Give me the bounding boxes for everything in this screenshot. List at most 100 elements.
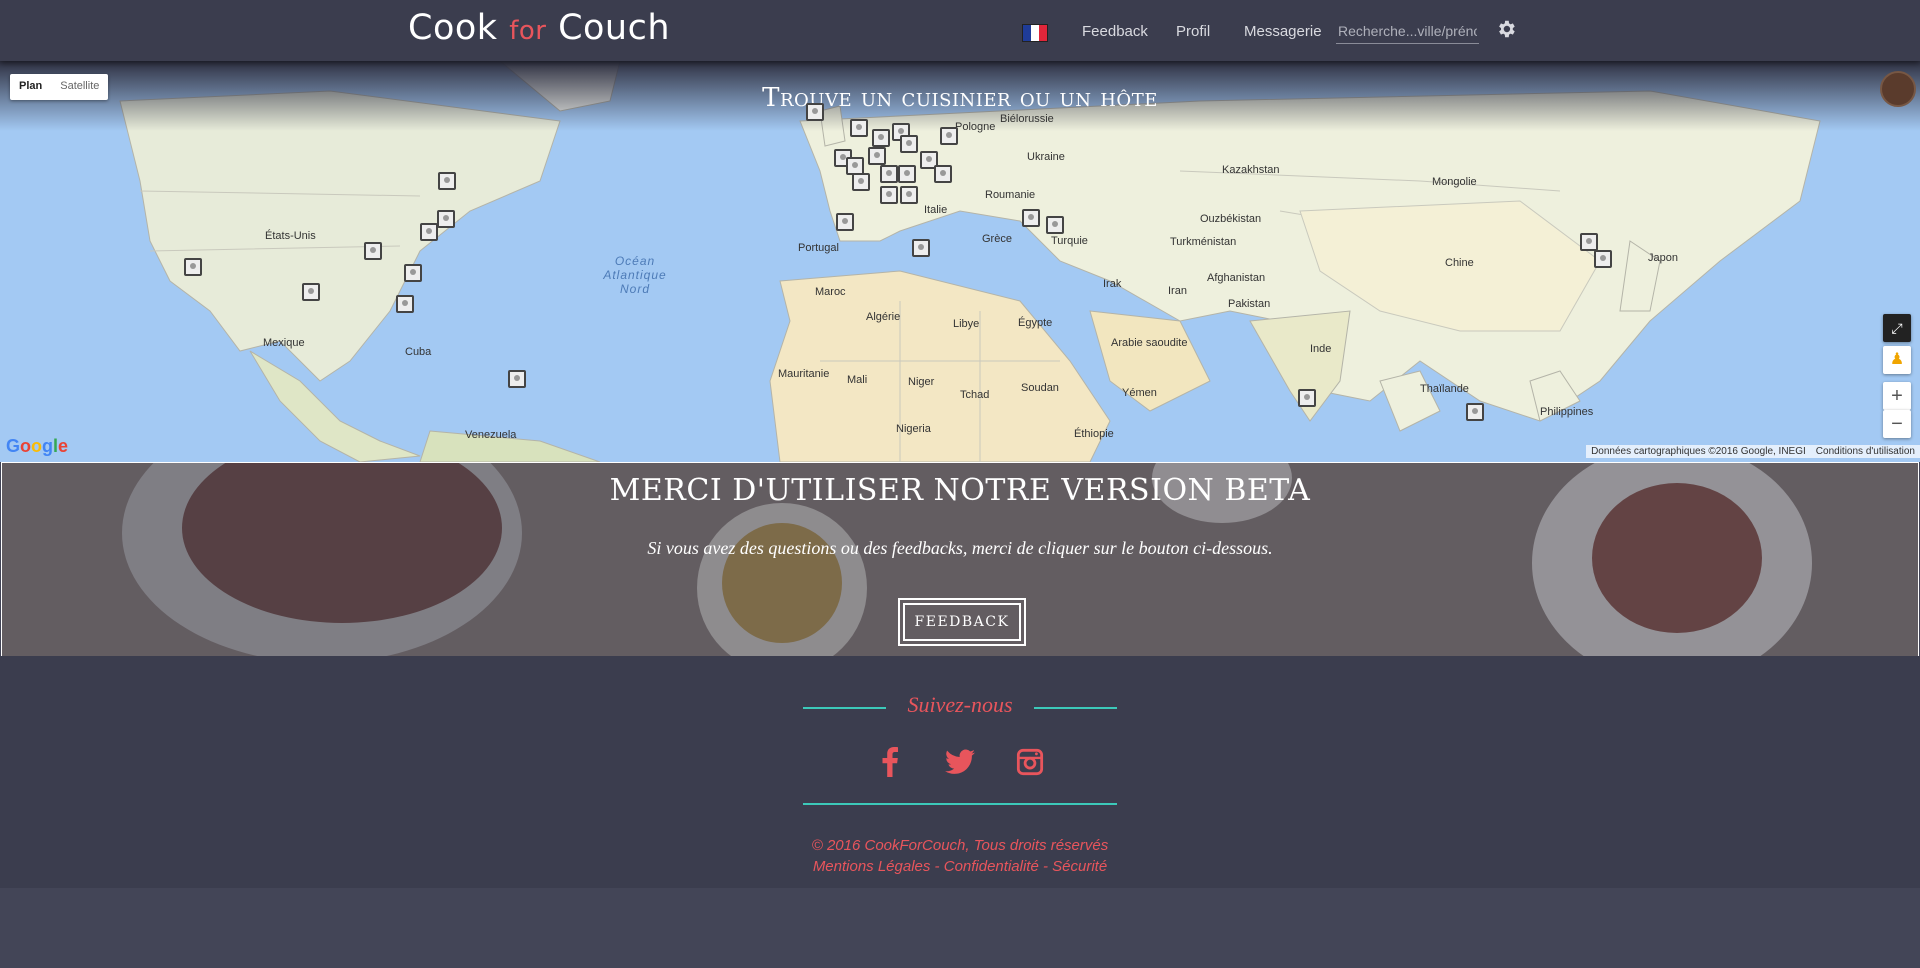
map-label: Kazakhstan [1222, 164, 1280, 176]
map-label: Libye [953, 318, 980, 330]
map-label: Mexique [263, 337, 305, 349]
nav-feedback-link[interactable]: Feedback [1082, 23, 1148, 40]
user-marker[interactable] [912, 239, 930, 257]
map-label: Maroc [815, 286, 846, 298]
user-marker[interactable] [508, 370, 526, 388]
user-marker[interactable] [420, 223, 438, 241]
map-label: Portugal [798, 242, 839, 254]
map-type-plan[interactable]: Plan [10, 74, 51, 100]
brand-cook: Cook [408, 8, 498, 48]
user-marker[interactable] [1466, 403, 1484, 421]
feedback-button[interactable]: FEEDBACK [898, 598, 1026, 646]
user-marker[interactable] [900, 135, 918, 153]
legal-link-securite[interactable]: Sécurité [1052, 858, 1107, 875]
search-input[interactable] [1336, 19, 1479, 44]
user-marker[interactable] [184, 258, 202, 276]
instagram-icon[interactable] [1014, 746, 1046, 778]
gear-icon[interactable] [1494, 18, 1518, 42]
beta-banner: MERCI D'UTILISER NOTRE VERSION BETA Si v… [1, 462, 1919, 658]
nav-messagerie-link[interactable]: Messagerie [1244, 23, 1322, 40]
user-marker[interactable] [898, 165, 916, 183]
divider [803, 803, 1117, 805]
beta-title: MERCI D'UTILISER NOTRE VERSION BETA [609, 473, 1311, 508]
brand-logo[interactable]: Cook for Couch [408, 8, 670, 48]
map-label: Italie [924, 204, 948, 216]
map-label: Turquie [1051, 235, 1088, 247]
map-label: Algérie [866, 311, 901, 323]
nav-profil-link[interactable]: Profil [1176, 23, 1210, 40]
separator: - [1038, 858, 1053, 875]
user-marker[interactable] [872, 129, 890, 147]
map-label: Mali [847, 374, 868, 386]
google-logo: Google [6, 436, 69, 456]
zoom-out-button[interactable]: − [1883, 410, 1911, 438]
map-label: Éthiopie [1074, 428, 1114, 440]
user-marker[interactable] [1580, 233, 1598, 251]
map-label: Irak [1103, 278, 1122, 290]
user-marker[interactable] [880, 186, 898, 204]
twitter-icon[interactable] [944, 746, 976, 778]
map-type-control: Plan Satellite [10, 74, 109, 100]
fullscreen-icon[interactable]: ⤢ [1883, 314, 1911, 342]
user-marker[interactable] [868, 147, 886, 165]
legal-link-mentions[interactable]: Mentions Légales [813, 858, 931, 875]
map-label: Turkménistan [1170, 236, 1237, 248]
map-label: Biélorussie [1000, 113, 1054, 125]
navbar: Cook for Couch Feedback Profil Messageri… [0, 0, 1920, 61]
map-label: Ouzbékistan [1200, 213, 1262, 225]
user-marker[interactable] [806, 103, 824, 121]
user-marker[interactable] [396, 295, 414, 313]
legal-links: Mentions Légales - Confidentialité - Séc… [0, 858, 1920, 875]
map-attribution: Données cartographiques ©2016 Google, IN… [1586, 445, 1920, 458]
user-marker[interactable] [852, 173, 870, 191]
user-marker[interactable] [934, 165, 952, 183]
user-marker[interactable] [836, 213, 854, 231]
user-marker[interactable] [404, 264, 422, 282]
map-label: Chine [1445, 257, 1474, 269]
map-label: Niger [908, 376, 935, 388]
user-marker[interactable] [1046, 216, 1064, 234]
user-marker[interactable] [302, 283, 320, 301]
user-marker[interactable] [940, 127, 958, 145]
user-marker[interactable] [850, 119, 868, 137]
user-marker[interactable] [900, 186, 918, 204]
terms-link[interactable]: Conditions d'utilisation [1816, 446, 1915, 457]
facebook-icon[interactable] [874, 746, 906, 778]
map-label: Tchad [960, 389, 990, 401]
user-marker[interactable] [1298, 389, 1316, 407]
zoom-in-button[interactable]: + [1883, 382, 1911, 410]
attribution-text: Données cartographiques ©2016 Google, IN… [1591, 446, 1806, 457]
map-title: Trouve un cuisinier ou un hôte [762, 83, 1158, 113]
map-label: États-Unis [265, 230, 316, 242]
map-label: Japon [1648, 252, 1678, 264]
french-flag-icon[interactable] [1022, 24, 1048, 42]
user-marker[interactable] [364, 242, 382, 260]
map-label: Ukraine [1027, 151, 1065, 163]
user-marker[interactable] [880, 165, 898, 183]
map-label: Yémen [1122, 387, 1157, 399]
map-label: Afghanistan [1207, 272, 1266, 284]
footer: Suivez-nous © 2016 CookForCouch, Tous dr… [0, 656, 1920, 888]
map-label-atlantic: Océan Atlantique Nord [603, 254, 667, 296]
map-label: Mongolie [1432, 176, 1477, 188]
map-label: Cuba [405, 346, 432, 358]
map-label: Iran [1168, 285, 1187, 297]
avatar[interactable] [1880, 71, 1916, 107]
user-marker[interactable] [438, 172, 456, 190]
map-label: Arabie saoudite [1111, 337, 1188, 349]
map-label: Venezuela [465, 429, 517, 441]
brand-couch: Couch [558, 8, 671, 48]
world-map[interactable]: Trouve un cuisinier ou un hôte Plan Sate… [0, 61, 1920, 462]
map-type-satellite[interactable]: Satellite [51, 74, 108, 100]
user-marker[interactable] [1594, 250, 1612, 268]
copyright: © 2016 CookForCouch, Tous droits réservé… [811, 837, 1109, 854]
map-label: Mauritanie [778, 368, 830, 380]
map-label: Roumanie [985, 189, 1036, 201]
brand-for: for [509, 16, 547, 46]
legal-link-confidentialite[interactable]: Confidentialité [944, 858, 1039, 875]
map-label: Pakistan [1228, 298, 1271, 310]
pegman-icon[interactable]: ♟ [1883, 346, 1911, 374]
user-marker[interactable] [437, 210, 455, 228]
separator: - [930, 858, 944, 875]
user-marker[interactable] [1022, 209, 1040, 227]
